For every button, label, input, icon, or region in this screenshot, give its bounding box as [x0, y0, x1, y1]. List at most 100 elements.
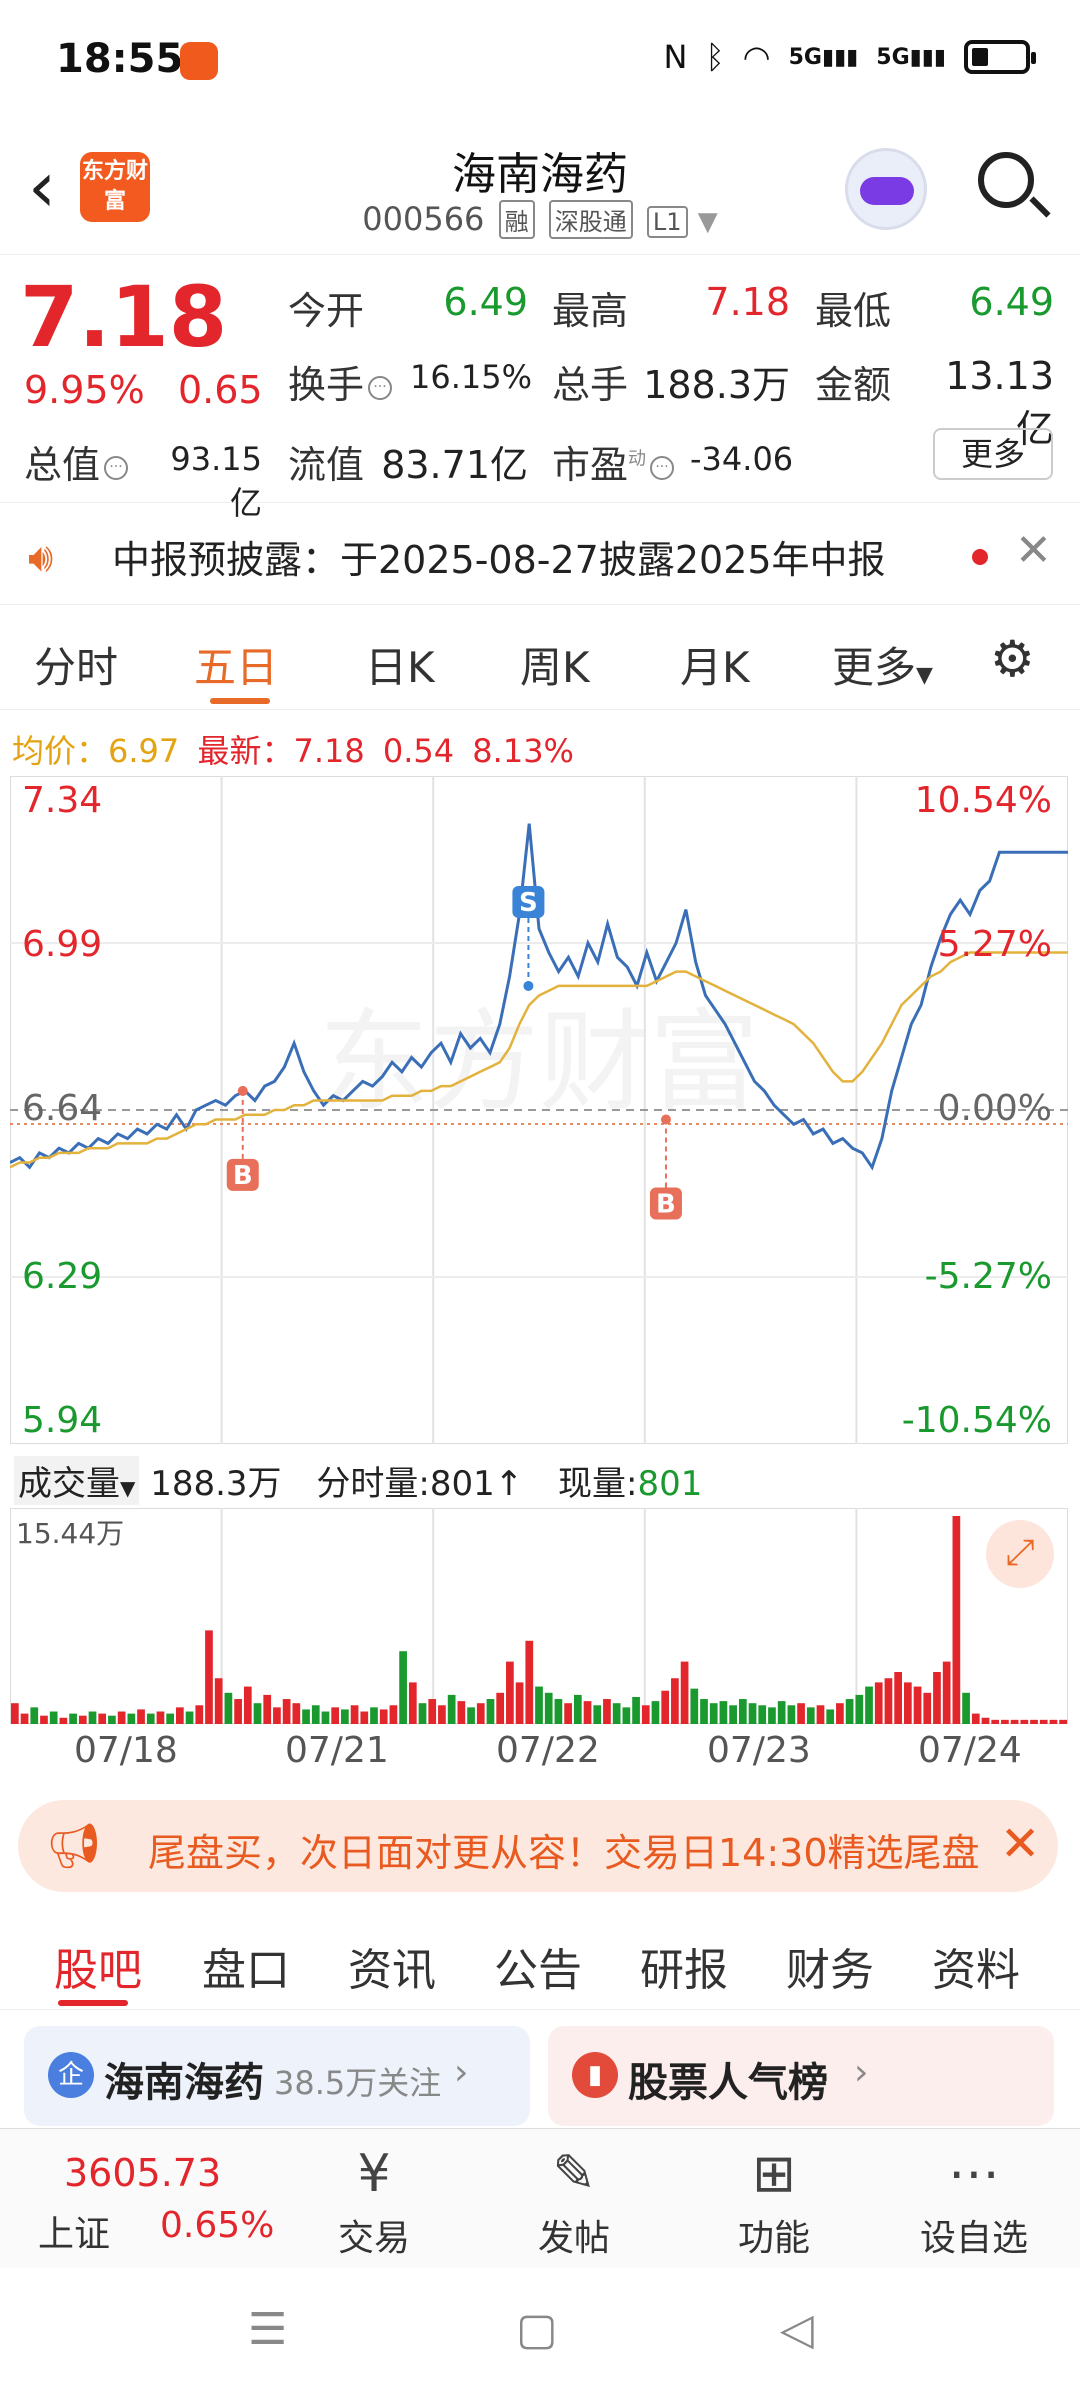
- tab-weekly-k[interactable]: 周K: [520, 634, 590, 695]
- tab-daily-k[interactable]: 日K: [365, 634, 435, 695]
- turnover-label[interactable]: 换手 ···: [288, 354, 396, 409]
- status-icons: N ᛒ ◠ 5G▮▮▮ 5G▮▮▮: [664, 38, 1036, 76]
- volume-bar: [399, 1651, 407, 1724]
- avg-label: 均价：: [12, 732, 109, 770]
- volume-bar: [166, 1713, 175, 1724]
- volume-bar: [874, 1682, 883, 1724]
- x-tick: 07/23: [707, 1730, 811, 1771]
- volume-bar: [622, 1707, 631, 1724]
- high-value: 7.18: [705, 280, 790, 324]
- home-icon[interactable]: ▢: [516, 2304, 558, 2355]
- y-tick-right: 0.00%: [937, 1088, 1052, 1129]
- volume-bar: [981, 1717, 990, 1724]
- promo-banner[interactable]: 📢︎ 尾盘买，次日面对更从容！交易日14:30精选尾盘 ✕: [18, 1800, 1058, 1892]
- 5g-signal-icon: 5G▮▮▮: [876, 44, 946, 70]
- volume-bar: [535, 1686, 543, 1724]
- volume-bar: [603, 1699, 611, 1724]
- volume-bar: [758, 1705, 767, 1724]
- volume-bar: [583, 1701, 592, 1724]
- volume-bar: [311, 1705, 320, 1724]
- volume-bar: [418, 1703, 427, 1724]
- volume-bar: [942, 1661, 951, 1724]
- volume-chart[interactable]: [9, 1507, 1069, 1725]
- current-volume-value: 801: [637, 1464, 703, 1504]
- stock-header: ‹ 东方财富 海南海药 000566 融 深股通 L1 ▼: [0, 130, 1080, 255]
- volume-bar: [137, 1709, 145, 1724]
- search-icon[interactable]: [978, 152, 1034, 208]
- tab-profile[interactable]: 资料: [932, 1934, 1020, 1998]
- price-chart[interactable]: 东方财富 B S B 7.34 6.99 6.64 6.29 5.94 10.54% …: [9, 775, 1069, 1445]
- chart-info-line: 均价：6.97 最新：7.18 0.54 8.13%: [12, 726, 574, 772]
- volume-bar: [554, 1699, 563, 1724]
- tab-finance[interactable]: 财务: [786, 1934, 874, 1998]
- tab-intraday[interactable]: 分时: [34, 634, 118, 695]
- tab-more[interactable]: 更多▼: [832, 634, 933, 695]
- close-icon[interactable]: ✕: [1000, 1816, 1040, 1872]
- tab-news[interactable]: 资讯: [348, 1934, 436, 1998]
- market-cap-label[interactable]: 总值 ···: [24, 434, 132, 489]
- assistant-robot-icon[interactable]: [845, 148, 927, 230]
- volume-bar: [612, 1703, 621, 1724]
- volume-bar: [108, 1715, 116, 1724]
- trade-marker-label: S: [519, 888, 538, 918]
- menu-icon[interactable]: ☰: [248, 2304, 287, 2355]
- status-bar: 18:55 N ᛒ ◠ 5G▮▮▮ 5G▮▮▮: [0, 0, 1080, 120]
- volume-bar: [680, 1661, 689, 1724]
- notice-text[interactable]: 中报预披露：于2025-08-27披露2025年中报: [112, 529, 886, 584]
- nav-trade[interactable]: ¥ 交易: [294, 2139, 454, 2261]
- volume-bar: [11, 1703, 19, 1724]
- y-tick-left: 7.34: [22, 780, 103, 821]
- nav-add-watchlist-label: 设自选: [919, 2218, 1028, 2259]
- pe-label[interactable]: 市盈动 ···: [552, 434, 678, 489]
- open-value: 6.49: [443, 280, 528, 324]
- volume-bar: [350, 1705, 359, 1724]
- pe-value: -34.06: [690, 440, 794, 478]
- connect-tag: 深股通: [548, 200, 633, 239]
- tab-announcements[interactable]: 公告: [494, 1934, 582, 1998]
- forum-card[interactable]: 企 海南海药 38.5万关注 ›: [24, 2026, 530, 2126]
- volume-bar: [59, 1717, 68, 1724]
- trade-marker-label: B: [656, 1190, 676, 1220]
- tab-orderbook[interactable]: 盘口: [202, 1934, 290, 1998]
- tab-five-day[interactable]: 五日: [194, 634, 278, 695]
- latest-label: 最新：: [197, 732, 294, 770]
- caret-down-icon: ▼: [916, 663, 933, 688]
- y-tick-left: 6.64: [22, 1088, 103, 1129]
- back-triangle-icon[interactable]: ◁: [780, 2304, 814, 2355]
- 5g-signal-icon: 5G▮▮▮: [788, 44, 859, 70]
- price-chart-svg: 东方财富 B S B: [9, 775, 1069, 1445]
- y-tick-right: 5.27%: [937, 924, 1052, 965]
- tab-forum[interactable]: 股吧: [54, 1934, 142, 1998]
- volume-bar: [40, 1715, 48, 1724]
- volume-bar: [903, 1682, 912, 1724]
- open-label: 今开: [288, 289, 365, 333]
- volume-bar: [651, 1701, 660, 1724]
- more-quote-button[interactable]: 更多: [933, 428, 1053, 480]
- nav-functions[interactable]: ⊞ 功能: [694, 2139, 854, 2261]
- volume-bar: [593, 1705, 602, 1724]
- volume-bar: [661, 1690, 670, 1724]
- promo-text[interactable]: 尾盘买，次日面对更从容！交易日14:30精选尾盘: [148, 1822, 988, 1877]
- volume-bar: [224, 1692, 233, 1724]
- info-icon: ···: [650, 455, 675, 480]
- gear-icon[interactable]: ⚙: [990, 630, 1035, 688]
- avg-value: 6.97: [108, 732, 180, 770]
- tab-monthly-k[interactable]: 月K: [680, 634, 750, 695]
- volume-dropdown[interactable]: 成交量▼: [14, 1456, 140, 1505]
- stock-code: 000566: [362, 200, 485, 238]
- volume-bar: [515, 1682, 524, 1724]
- nav-add-watchlist[interactable]: ⋯ 设自选: [894, 2139, 1054, 2261]
- popularity-card-title: 股票人气榜: [628, 2060, 828, 2106]
- volume-bar: [923, 1692, 932, 1724]
- speaker-icon: 🔊︎: [28, 535, 54, 581]
- close-icon[interactable]: ✕: [1015, 525, 1052, 576]
- nav-post[interactable]: ✎ 发帖: [494, 2139, 654, 2261]
- notice-bar[interactable]: 🔊︎ 中报预披露：于2025-08-27披露2025年中报 ✕: [0, 505, 1080, 605]
- volume-bar: [243, 1686, 252, 1724]
- expand-icon[interactable]: ⤢: [986, 1520, 1054, 1588]
- popularity-card[interactable]: ▮ 股票人气榜 ›: [548, 2026, 1054, 2126]
- volume-bar: [1001, 1719, 1009, 1724]
- tab-research[interactable]: 研报: [640, 1934, 728, 1998]
- high-label: 最高: [552, 289, 629, 333]
- volume-bar: [894, 1672, 902, 1724]
